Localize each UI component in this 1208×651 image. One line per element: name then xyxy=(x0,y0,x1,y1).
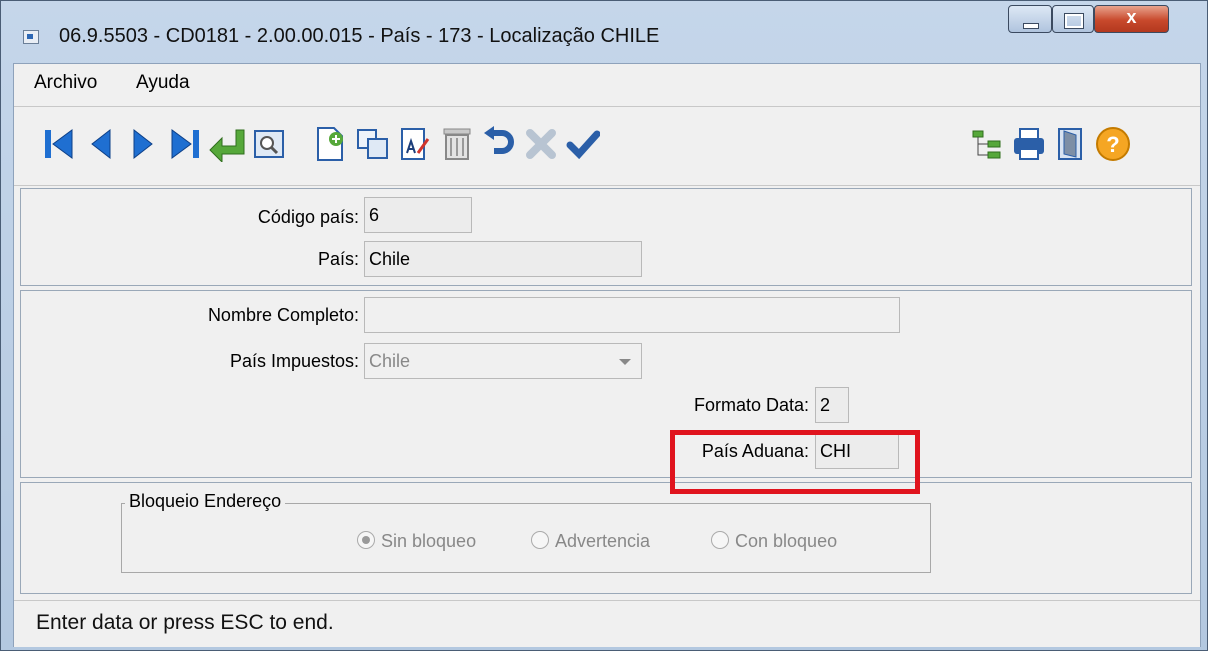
pais-label: País: xyxy=(317,249,359,269)
last-record-icon xyxy=(171,129,199,159)
exit-button[interactable] xyxy=(1052,122,1090,166)
first-record-button[interactable] xyxy=(40,122,78,166)
radio-selected-icon xyxy=(357,531,375,549)
pais-impuestos-label: País Impuestos: xyxy=(229,351,359,371)
radio-advertencia[interactable]: Advertencia xyxy=(531,531,650,552)
radio-sin-bloqueo-label: Sin bloqueo xyxy=(381,531,477,551)
maximize-button[interactable] xyxy=(1052,5,1094,33)
status-text: Enter data or press ESC to end. xyxy=(36,611,334,634)
prev-record-button[interactable] xyxy=(82,122,120,166)
close-button[interactable]: x xyxy=(1094,5,1169,33)
menu-ayuda[interactable]: Ayuda xyxy=(136,72,190,94)
chevron-down-icon[interactable] xyxy=(619,359,631,365)
goto-icon xyxy=(209,129,245,162)
codigo-pais-field[interactable]: 6 xyxy=(364,197,472,233)
toolbar: ? xyxy=(14,106,1200,186)
nombre-completo-label: Nombre Completo: xyxy=(207,305,359,325)
title-bar[interactable]: 06.9.5503 - CD0181 - 2.00.00.015 - País … xyxy=(1,1,1207,61)
formato-data-field[interactable]: 2 xyxy=(815,387,849,423)
edit-record-icon xyxy=(401,128,430,160)
cancel-icon xyxy=(526,129,556,159)
svg-text:?: ? xyxy=(1106,132,1119,157)
menu-archivo[interactable]: Archivo xyxy=(34,72,97,94)
help-button[interactable]: ? xyxy=(1094,122,1132,166)
search-button[interactable] xyxy=(250,122,288,166)
radio-unselected-icon xyxy=(531,531,549,549)
formato-data-label: Formato Data: xyxy=(693,395,809,415)
client-area: Archivo Ayuda ? Código país: 6 País: Chi… xyxy=(13,63,1201,647)
pais-impuestos-select[interactable]: Chile xyxy=(364,343,642,379)
pais-impuestos-value: Chile xyxy=(369,351,411,371)
first-record-icon xyxy=(45,129,73,159)
bloqueio-title: Bloqueio Endereço xyxy=(125,491,286,512)
save-button[interactable] xyxy=(564,122,602,166)
next-record-icon xyxy=(133,128,153,160)
next-record-button[interactable] xyxy=(124,122,162,166)
application-window: 06.9.5503 - CD0181 - 2.00.00.015 - País … xyxy=(0,0,1208,651)
radio-advertencia-label: Advertencia xyxy=(555,531,651,551)
goto-button[interactable] xyxy=(208,122,246,166)
prev-record-icon xyxy=(91,128,111,160)
app-icon[interactable] xyxy=(23,30,39,44)
print-button[interactable] xyxy=(1010,122,1048,166)
last-record-button[interactable] xyxy=(166,122,204,166)
new-record-button[interactable] xyxy=(312,122,350,166)
help-icon: ? xyxy=(1096,127,1130,161)
radio-con-bloqueo-label: Con bloqueo xyxy=(735,531,838,551)
details-panel: Nombre Completo: País Impuestos: Chile F… xyxy=(20,290,1192,478)
menu-bar: Archivo Ayuda xyxy=(14,64,1200,104)
identification-panel: Código país: 6 País: Chile xyxy=(20,188,1192,286)
nombre-completo-field[interactable] xyxy=(364,297,900,333)
new-record-icon xyxy=(317,127,343,161)
save-icon xyxy=(566,130,600,160)
search-icon xyxy=(254,130,284,158)
radio-con-bloqueo[interactable]: Con bloqueo xyxy=(711,531,837,552)
copy-record-button[interactable] xyxy=(354,122,392,166)
window-title: 06.9.5503 - CD0181 - 2.00.00.015 - País … xyxy=(59,25,660,47)
minimize-button[interactable] xyxy=(1008,5,1052,33)
undo-button[interactable] xyxy=(480,122,518,166)
edit-record-button[interactable] xyxy=(396,122,434,166)
radio-unselected-icon xyxy=(711,531,729,549)
cancel-button[interactable] xyxy=(522,122,560,166)
exit-icon xyxy=(1058,128,1082,160)
radio-sin-bloqueo[interactable]: Sin bloqueo xyxy=(357,531,476,552)
tree-icon xyxy=(972,130,1001,159)
tree-button[interactable] xyxy=(968,122,1006,166)
delete-record-button[interactable] xyxy=(438,122,476,166)
print-icon xyxy=(1014,128,1044,160)
delete-record-icon xyxy=(443,128,471,160)
undo-icon xyxy=(484,126,514,154)
bloqueio-panel: Bloqueio Endereço Sin bloqueo Advertenci… xyxy=(20,482,1192,594)
copy-record-icon xyxy=(357,129,388,159)
close-icon: x xyxy=(1126,7,1137,27)
pais-field[interactable]: Chile xyxy=(364,241,642,277)
highlight-box xyxy=(670,430,920,494)
status-bar: Enter data or press ESC to end. xyxy=(14,600,1200,647)
codigo-pais-label: Código país: xyxy=(257,207,359,227)
